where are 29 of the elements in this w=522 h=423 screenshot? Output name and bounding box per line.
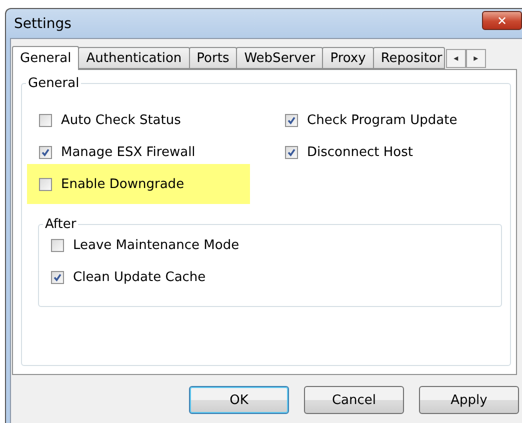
checkbox-label: Manage ESX Firewall: [61, 144, 196, 160]
tab-scroll-button[interactable]: ▸: [466, 49, 486, 68]
checkbox[interactable]: [285, 146, 298, 158]
checkbox[interactable]: [39, 146, 52, 158]
window-title: Settings: [14, 16, 72, 32]
checkbox[interactable]: [51, 238, 64, 252]
group-title: General: [27, 76, 80, 91]
checkbox-label: Leave Maintenance Mode: [73, 238, 240, 252]
checkbox[interactable]: [39, 114, 52, 126]
tab-scroll-button[interactable]: ◂: [446, 49, 466, 68]
checkbox-label: Clean Update Cache: [73, 270, 206, 284]
dialog-button[interactable]: Apply: [419, 386, 519, 414]
checkbox[interactable]: [39, 178, 52, 190]
checkbox-label: Auto Check Status: [61, 112, 181, 128]
tab[interactable]: General: [12, 46, 80, 70]
checkbox-label: Disconnect Host: [307, 144, 413, 160]
checkbox-label: Check Program Update: [307, 112, 458, 128]
tab[interactable]: Proxy: [322, 47, 374, 69]
checkbox[interactable]: [285, 114, 298, 126]
group-title: After: [44, 217, 78, 232]
checkbox-label: Enable Downgrade: [61, 176, 184, 192]
tab[interactable]: Authentication: [78, 47, 190, 69]
close-button[interactable]: ✕: [482, 11, 522, 30]
dialog-button[interactable]: Cancel: [304, 386, 404, 414]
tab[interactable]: Ports: [188, 47, 238, 69]
tab[interactable]: Repositor: [372, 47, 445, 69]
checkbox[interactable]: [51, 270, 64, 284]
tab[interactable]: WebServer: [236, 47, 324, 69]
dialog-button[interactable]: OK: [189, 386, 289, 414]
